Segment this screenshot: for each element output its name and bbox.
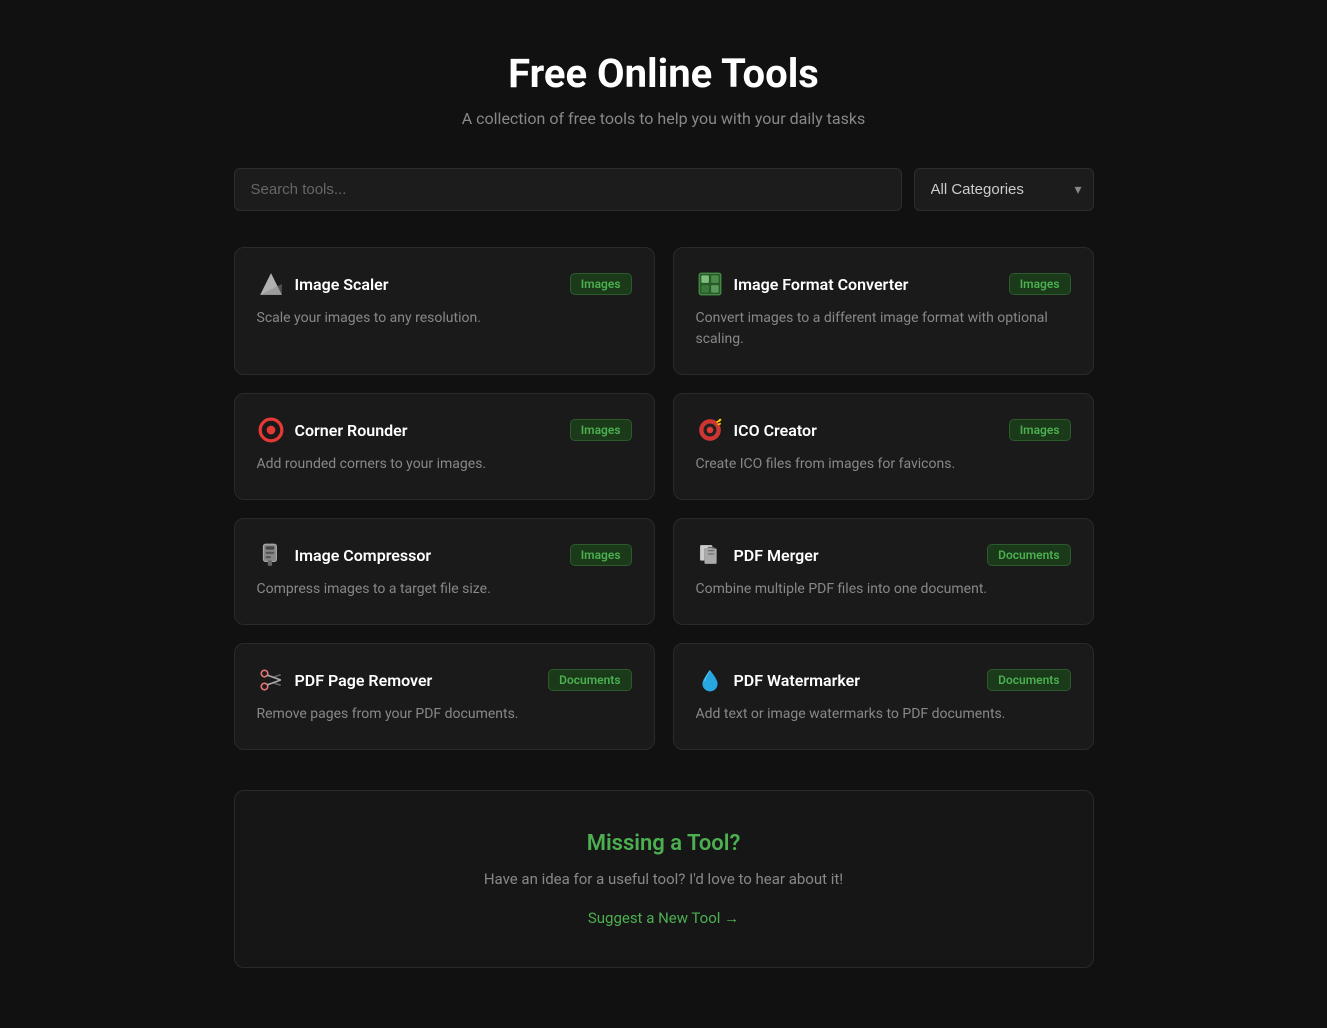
pdf-watermarker-desc: Add text or image watermarks to PDF docu… [696,704,1071,725]
tool-title-group: Image Format Converter [696,270,909,298]
pdf-merger-name: PDF Merger [734,546,819,565]
tool-card-corner-rounder[interactable]: Corner Rounder Images Add rounded corner… [234,393,655,500]
corner-rounder-name: Corner Rounder [295,421,408,440]
image-scaler-name: Image Scaler [295,275,389,294]
page-subtitle: A collection of free tools to help you w… [234,109,1094,128]
pdf-page-remover-name: PDF Page Remover [295,671,433,690]
tool-title-group: Image Compressor [257,541,432,569]
tool-title-group: PDF Merger [696,541,819,569]
tool-card-pdf-page-remover[interactable]: PDF Page Remover Documents Remove pages … [234,643,655,750]
tool-card-header: PDF Page Remover Documents [257,666,632,694]
category-select[interactable]: All Categories Images Documents Text Oth… [914,168,1094,211]
ico-creator-name: ICO Creator [734,421,817,440]
tool-title-group: Image Scaler [257,270,389,298]
image-compressor-icon [257,541,285,569]
pdf-page-remover-icon [257,666,285,694]
tool-title-group: PDF Watermarker [696,666,861,694]
image-format-converter-icon [696,270,724,298]
pdf-page-remover-desc: Remove pages from your PDF documents. [257,704,632,725]
search-input[interactable] [234,168,902,211]
page-container: Free Online Tools A collection of free t… [214,0,1114,1028]
image-scaler-icon [257,270,285,298]
tools-grid: Image Scaler Images Scale your images to… [234,247,1094,750]
tool-card-header: PDF Merger Documents [696,541,1071,569]
image-scaler-badge: Images [570,273,632,295]
pdf-page-remover-badge: Documents [548,669,631,691]
pdf-merger-desc: Combine multiple PDF files into one docu… [696,579,1071,600]
image-scaler-desc: Scale your images to any resolution. [257,308,632,329]
pdf-merger-badge: Documents [987,544,1070,566]
tool-title-group: PDF Page Remover [257,666,433,694]
tool-card-pdf-merger[interactable]: PDF Merger Documents Combine multiple PD… [673,518,1094,625]
pdf-watermarker-icon [696,666,724,694]
pdf-watermarker-name: PDF Watermarker [734,671,861,690]
tool-card-header: Image Compressor Images [257,541,632,569]
image-compressor-name: Image Compressor [295,546,432,565]
missing-tool-section: Missing a Tool? Have an idea for a usefu… [234,790,1094,968]
suggest-new-tool-link[interactable]: Suggest a New Tool → [588,909,739,927]
tool-card-pdf-watermarker[interactable]: PDF Watermarker Documents Add text or im… [673,643,1094,750]
ico-creator-desc: Create ICO files from images for favicon… [696,454,1071,475]
image-format-converter-name: Image Format Converter [734,275,909,294]
tool-card-image-scaler[interactable]: Image Scaler Images Scale your images to… [234,247,655,375]
tool-card-header: Image Scaler Images [257,270,632,298]
missing-tool-text: Have an idea for a useful tool? I'd love… [265,870,1063,888]
image-format-converter-desc: Convert images to a different image form… [696,308,1071,350]
tool-card-ico-creator[interactable]: ICO Creator Images Create ICO files from… [673,393,1094,500]
pdf-merger-icon [696,541,724,569]
tool-card-header: PDF Watermarker Documents [696,666,1071,694]
category-select-wrapper: All Categories Images Documents Text Oth… [914,168,1094,211]
search-filter-row: All Categories Images Documents Text Oth… [234,168,1094,211]
page-title: Free Online Tools [234,50,1094,97]
corner-rounder-badge: Images [570,419,632,441]
corner-rounder-icon [257,416,285,444]
pdf-watermarker-badge: Documents [987,669,1070,691]
ico-creator-icon [696,416,724,444]
missing-tool-title: Missing a Tool? [265,831,1063,856]
tool-card-header: Corner Rounder Images [257,416,632,444]
tool-card-image-format-converter[interactable]: Image Format Converter Images Convert im… [673,247,1094,375]
corner-rounder-desc: Add rounded corners to your images. [257,454,632,475]
tool-card-header: Image Format Converter Images [696,270,1071,298]
tool-title-group: ICO Creator [696,416,817,444]
image-format-converter-badge: Images [1009,273,1071,295]
image-compressor-badge: Images [570,544,632,566]
tool-title-group: Corner Rounder [257,416,408,444]
tool-card-image-compressor[interactable]: Image Compressor Images Compress images … [234,518,655,625]
image-compressor-desc: Compress images to a target file size. [257,579,632,600]
tool-card-header: ICO Creator Images [696,416,1071,444]
ico-creator-badge: Images [1009,419,1071,441]
